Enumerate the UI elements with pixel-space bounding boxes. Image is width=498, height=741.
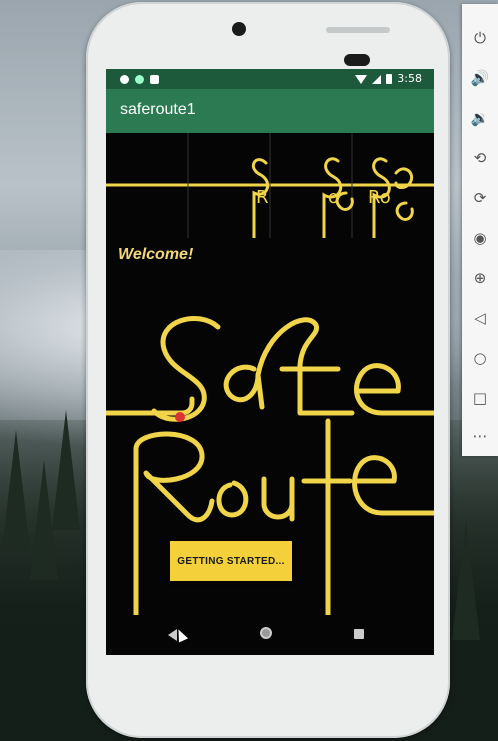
rotate-left-icon[interactable]: ⟲ <box>462 140 498 176</box>
sensor-slot <box>344 54 370 66</box>
safe-route-logo <box>106 316 434 615</box>
recents-icon[interactable] <box>354 629 364 639</box>
device-screen: 3:58 saferoute1 R o Ro Welcome! GETTING … <box>106 69 434 655</box>
rotate-right-icon[interactable]: ⟳ <box>462 180 498 216</box>
power-icon[interactable]: ⏻ <box>462 20 498 56</box>
front-camera <box>232 22 246 36</box>
tree-shape <box>452 520 480 640</box>
earpiece <box>326 27 390 33</box>
volume-down-icon[interactable]: 🔉 <box>462 100 498 136</box>
android-nav-bar <box>106 615 434 655</box>
tree-shape <box>2 430 30 550</box>
emulator-toolbar: ⏻ 🔊 🔉 ⟲ ⟳ ◉ ⊕ ◁ ○ □ ⋯ <box>462 4 498 456</box>
tree-shape <box>52 410 80 530</box>
back-icon[interactable]: ◁ <box>462 300 498 336</box>
zoom-icon[interactable]: ⊕ <box>462 260 498 296</box>
home-icon[interactable] <box>260 627 272 639</box>
location-dot <box>175 412 185 422</box>
more-icon[interactable]: ⋯ <box>462 418 498 454</box>
volume-up-icon[interactable]: 🔊 <box>462 60 498 96</box>
getting-started-button[interactable]: GETTING STARTED... <box>170 541 292 581</box>
overview-icon[interactable]: □ <box>462 380 498 416</box>
home-icon[interactable]: ○ <box>462 340 498 376</box>
camera-icon[interactable]: ◉ <box>462 220 498 256</box>
